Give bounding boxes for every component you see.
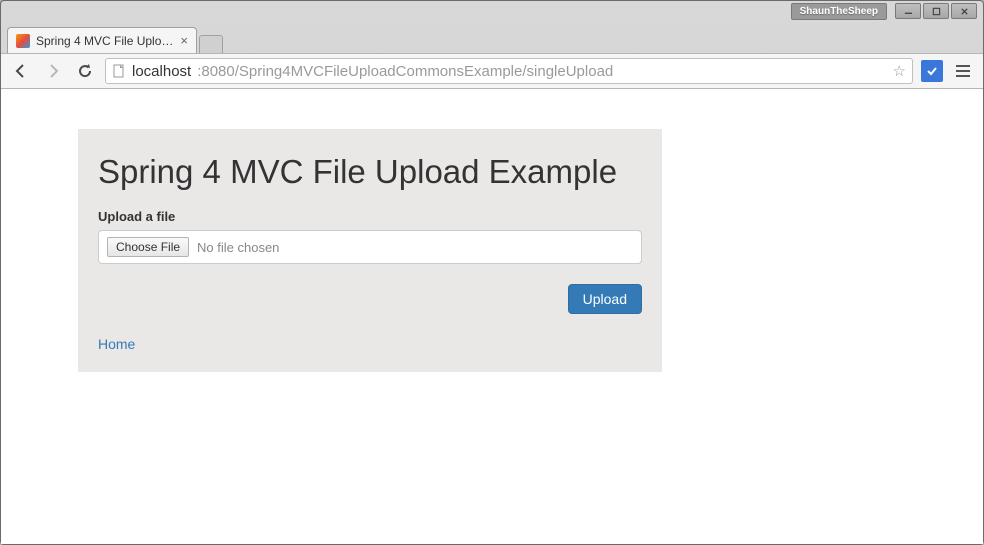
file-input-wrapper[interactable]: Choose File No file chosen xyxy=(98,230,642,264)
back-arrow-icon xyxy=(13,63,29,79)
address-path: :8080/Spring4MVCFileUploadCommonsExample… xyxy=(197,63,613,80)
tab-title: Spring 4 MVC File Upload xyxy=(36,34,174,48)
browser-menu-button[interactable] xyxy=(951,59,975,83)
upload-panel: Spring 4 MVC File Upload Example Upload … xyxy=(78,129,662,372)
extension-button[interactable] xyxy=(921,60,943,82)
upload-button[interactable]: Upload xyxy=(568,284,642,314)
browser-window: ShaunTheSheep Spring 4 MVC File Upload × xyxy=(0,0,984,545)
forward-arrow-icon xyxy=(45,63,61,79)
check-icon xyxy=(926,65,938,77)
home-link[interactable]: Home xyxy=(98,336,135,352)
window-title-bar: ShaunTheSheep xyxy=(1,1,983,25)
bookmark-star-icon[interactable]: ☆ xyxy=(893,62,906,80)
forward-button[interactable] xyxy=(41,59,65,83)
file-field-label: Upload a file xyxy=(98,209,642,224)
back-button[interactable] xyxy=(9,59,33,83)
file-status-text: No file chosen xyxy=(197,240,279,255)
minimize-icon xyxy=(904,7,913,16)
page-title: Spring 4 MVC File Upload Example xyxy=(98,153,642,191)
address-host: localhost xyxy=(132,63,191,80)
close-icon xyxy=(960,7,969,16)
maximize-icon xyxy=(932,7,941,16)
choose-file-button[interactable]: Choose File xyxy=(107,237,189,257)
maximize-button[interactable] xyxy=(923,3,949,19)
reload-button[interactable] xyxy=(73,59,97,83)
user-badge: ShaunTheSheep xyxy=(791,3,887,20)
page-icon xyxy=(112,64,126,78)
page-viewport: Spring 4 MVC File Upload Example Upload … xyxy=(1,89,983,544)
new-tab-button[interactable] xyxy=(199,35,223,53)
reload-icon xyxy=(77,63,93,79)
hamburger-icon xyxy=(956,70,970,72)
tab-favicon-icon xyxy=(16,34,30,48)
address-bar[interactable]: localhost :8080/Spring4MVCFileUploadCommo… xyxy=(105,58,913,84)
close-window-button[interactable] xyxy=(951,3,977,19)
tab-close-icon[interactable]: × xyxy=(180,33,188,48)
button-row: Upload xyxy=(98,284,642,314)
browser-tab[interactable]: Spring 4 MVC File Upload × xyxy=(7,27,197,53)
browser-toolbar: localhost :8080/Spring4MVCFileUploadCommo… xyxy=(1,53,983,89)
tab-strip: Spring 4 MVC File Upload × xyxy=(1,25,983,53)
minimize-button[interactable] xyxy=(895,3,921,19)
window-controls xyxy=(895,3,977,19)
